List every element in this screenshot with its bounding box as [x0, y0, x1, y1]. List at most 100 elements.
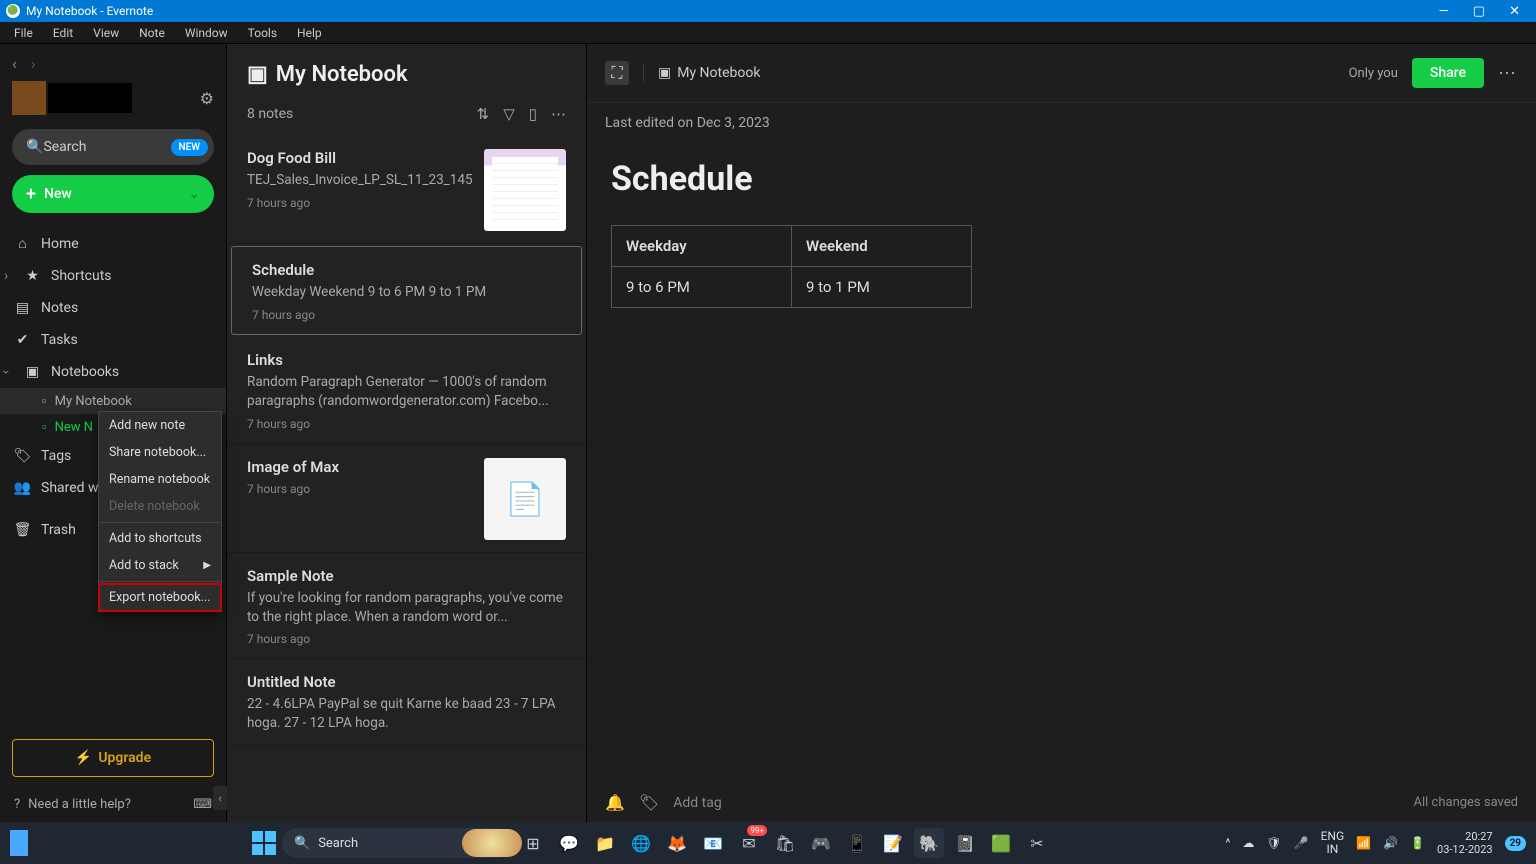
context-add-to-shortcuts[interactable]: Add to shortcuts — [99, 525, 221, 552]
xbox-icon[interactable]: 🎮 — [806, 828, 836, 858]
maximize-button[interactable]: ▢ — [1473, 4, 1485, 19]
nav-back-button[interactable]: ‹ — [12, 54, 17, 73]
context-share-notebook[interactable]: Share notebook... — [99, 439, 221, 466]
note-breadcrumb[interactable]: ▣My Notebook — [658, 65, 760, 81]
store-icon[interactable]: 🛍 — [770, 828, 800, 858]
taskbar-widget[interactable] — [10, 830, 28, 856]
tray-battery-icon[interactable]: 🔋 — [1410, 836, 1425, 850]
menu-edit[interactable]: Edit — [45, 24, 81, 42]
upgrade-button[interactable]: ⚡Upgrade — [12, 739, 214, 777]
context-rename-notebook[interactable]: Rename notebook — [99, 466, 221, 493]
keyboard-icon[interactable]: ⌨ — [193, 797, 212, 812]
phone-icon[interactable]: 📱 — [842, 828, 872, 858]
collapse-sidebar-button[interactable]: ‹ — [213, 786, 227, 810]
note-card-title: Links — [247, 351, 566, 369]
windows-taskbar: 🔍Search ⊞ 💬 📁 🌐 🦊 📧 ✉ 🛍 🎮 📱 📝 🐘 📓 🟩 ✂ ^ … — [0, 822, 1536, 864]
note-card-title: Dog Food Bill — [247, 149, 472, 167]
close-button[interactable]: ✕ — [1509, 4, 1520, 19]
bolt-icon: ⚡ — [75, 750, 92, 766]
sidebar-item-tasks[interactable]: ✔Tasks — [0, 324, 226, 356]
user-avatar[interactable] — [12, 81, 46, 115]
note-card-time: 7 hours ago — [247, 632, 566, 646]
menu-note[interactable]: Note — [131, 24, 173, 42]
task-view-icon[interactable]: ⊞ — [518, 828, 548, 858]
schedule-table[interactable]: WeekdayWeekend 9 to 6 PM9 to 1 PM — [611, 225, 972, 308]
table-cell[interactable]: 9 to 1 PM — [792, 267, 972, 308]
add-tag-button[interactable]: Add tag — [673, 795, 721, 811]
search-input[interactable]: 🔍 Search NEW — [12, 129, 214, 165]
onenote-icon[interactable]: 📓 — [950, 828, 980, 858]
tray-security-icon[interactable]: 🛡 — [1266, 836, 1281, 850]
note-card[interactable]: Sample NoteIf you're looking for random … — [227, 553, 586, 660]
settings-gear-icon[interactable]: ⚙ — [200, 89, 214, 108]
tray-clock[interactable]: 20:2703-12-2023 — [1437, 830, 1493, 856]
table-header-weekday[interactable]: Weekday — [612, 226, 792, 267]
sort-icon[interactable]: ⇅ — [477, 105, 490, 123]
tag-add-icon[interactable]: 🏷 — [639, 793, 659, 812]
help-link[interactable]: ?Need a little help?⌨ — [0, 787, 226, 822]
notebook-icon: ▣ — [247, 62, 268, 87]
plus-icon: + — [26, 184, 36, 205]
app-icon[interactable]: 🟩 — [986, 828, 1016, 858]
sidebar-item-notebooks[interactable]: ▣Notebooks — [0, 356, 226, 388]
tray-chevron-icon[interactable]: ^ — [1225, 836, 1230, 850]
reminder-icon[interactable]: 🔔 — [605, 793, 625, 812]
notebook-context-menu: Add new note Share notebook... Rename no… — [98, 411, 222, 612]
notes-icon[interactable]: 📝 — [878, 828, 908, 858]
minimize-button[interactable]: — — [1439, 4, 1449, 19]
menu-help[interactable]: Help — [289, 24, 330, 42]
context-add-new-note[interactable]: Add new note — [99, 412, 221, 439]
taskbar-search[interactable]: 🔍Search — [282, 828, 512, 858]
more-icon[interactable]: ⋯ — [551, 105, 566, 123]
menu-tools[interactable]: Tools — [240, 24, 285, 42]
menu-view[interactable]: View — [85, 24, 127, 42]
tray-wifi-icon[interactable]: 📶 — [1356, 836, 1371, 850]
outlook-icon[interactable]: 📧 — [698, 828, 728, 858]
context-export-notebook[interactable]: Export notebook... — [98, 583, 222, 612]
note-card[interactable]: LinksRandom Paragraph Generator — 1000's… — [227, 337, 586, 444]
share-button[interactable]: Share — [1412, 58, 1484, 88]
firefox-icon[interactable]: 🦊 — [662, 828, 692, 858]
teams-icon[interactable]: 💬 — [554, 828, 584, 858]
filter-icon[interactable]: ▽ — [503, 105, 515, 123]
start-button[interactable] — [252, 831, 276, 855]
table-header-weekend[interactable]: Weekend — [792, 226, 972, 267]
note-card-preview: Weekday Weekend 9 to 6 PM 9 to 1 PM — [252, 283, 561, 302]
note-card[interactable]: ScheduleWeekday Weekend 9 to 6 PM 9 to 1… — [231, 246, 582, 335]
edge-icon[interactable]: 🌐 — [626, 828, 656, 858]
context-add-to-stack[interactable]: Add to stack▶ — [99, 552, 221, 579]
nav-forward-button[interactable]: › — [31, 54, 36, 73]
explorer-icon[interactable]: 📁 — [590, 828, 620, 858]
note-card[interactable]: Dog Food BillTEJ_Sales_Invoice_LP_SL_11_… — [227, 135, 586, 244]
chevron-down-icon[interactable]: ⌄ — [188, 186, 200, 202]
expand-note-button[interactable]: ⛶ — [605, 61, 629, 85]
view-icon[interactable]: ▯ — [529, 105, 537, 123]
table-cell[interactable]: 9 to 6 PM — [612, 267, 792, 308]
menu-file[interactable]: File — [6, 24, 41, 42]
note-card[interactable]: Untitled Note22 - 4.6LPA PayPal se quit … — [227, 659, 586, 746]
search-new-badge: NEW — [171, 139, 209, 156]
search-placeholder: Search — [43, 139, 86, 155]
context-delete-notebook: Delete notebook — [99, 493, 221, 520]
note-card[interactable]: Image of Max7 hours ago📄 — [227, 444, 586, 553]
note-card-title: Sample Note — [247, 567, 566, 585]
tray-mic-icon[interactable]: 🎤 — [1294, 836, 1309, 850]
sidebar-item-notes[interactable]: ▤Notes — [0, 292, 226, 324]
share-status[interactable]: Only you — [1349, 66, 1398, 81]
tray-volume-icon[interactable]: 🔊 — [1383, 836, 1398, 850]
note-title[interactable]: Schedule — [611, 159, 1512, 199]
sidebar-item-shortcuts[interactable]: ★Shortcuts — [0, 260, 226, 292]
new-note-button[interactable]: + New ⌄ — [12, 175, 214, 213]
note-count: 8 notes — [247, 106, 293, 122]
evernote-icon[interactable]: 🐘 — [914, 828, 944, 858]
mail-icon[interactable]: ✉ — [734, 828, 764, 858]
tray-language[interactable]: ENGIN — [1321, 830, 1345, 856]
menu-window[interactable]: Window — [177, 24, 236, 42]
snip-icon[interactable]: ✂ — [1022, 828, 1052, 858]
note-card-title: Untitled Note — [247, 673, 566, 691]
note-card-time: 7 hours ago — [247, 417, 566, 431]
sidebar-item-home[interactable]: ⌂Home — [0, 227, 226, 260]
note-more-button[interactable]: ⋯ — [1498, 63, 1518, 84]
tray-notification-badge[interactable]: 29 — [1505, 836, 1526, 851]
tray-onedrive-icon[interactable]: ☁ — [1242, 836, 1254, 850]
